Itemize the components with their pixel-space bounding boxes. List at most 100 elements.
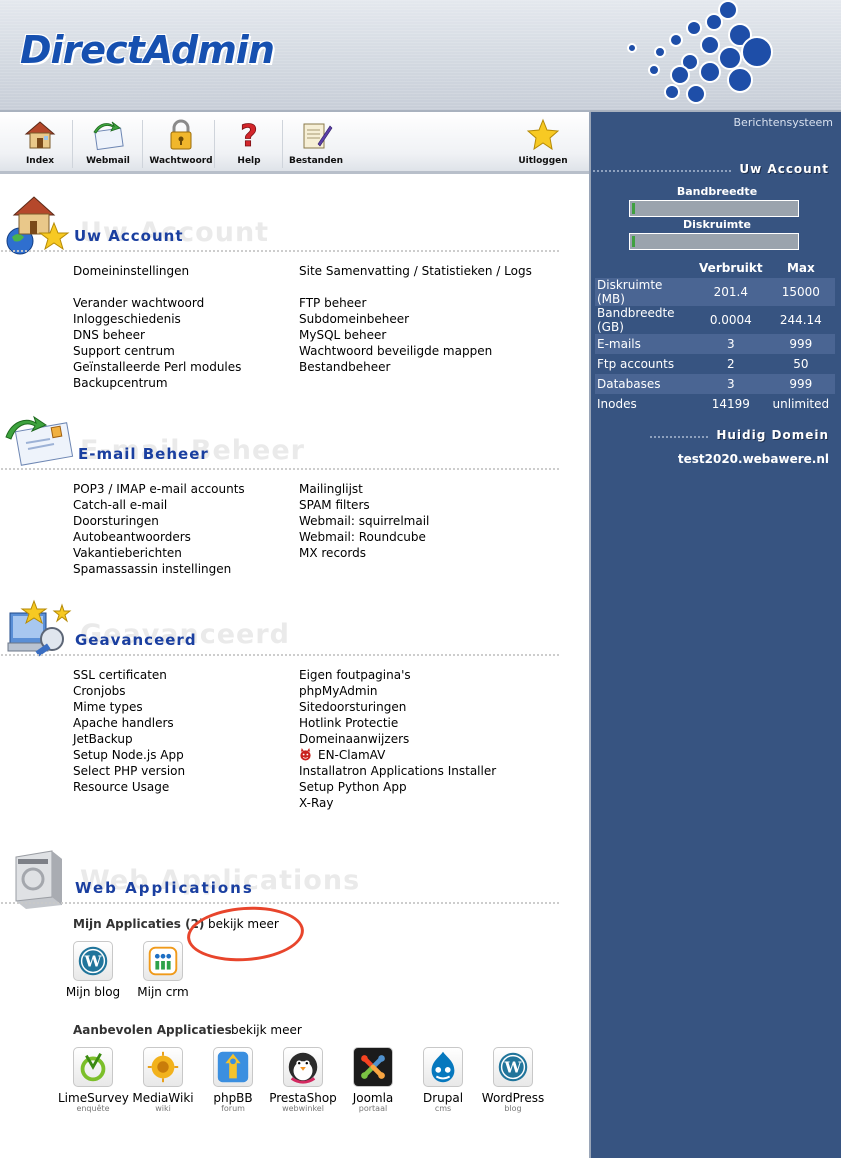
app-name: Mijn crm bbox=[137, 985, 189, 999]
stats-max: unlimited bbox=[772, 397, 830, 411]
my-app-blog[interactable]: W Mijn blog bbox=[58, 941, 128, 999]
link-mx-records[interactable]: MX records bbox=[299, 545, 429, 561]
padlock-icon bbox=[170, 119, 192, 150]
link-cronjobs[interactable]: Cronjobs bbox=[73, 683, 185, 699]
email-links-right: Mailinglijst SPAM filters Webmail: squir… bbox=[299, 481, 429, 561]
recommended-app-phpbb[interactable]: phpBB forum bbox=[198, 1047, 268, 1113]
recommended-apps-label: Aanbevolen Applicaties bbox=[73, 1023, 232, 1037]
recommended-app-prestashop[interactable]: PrestaShop webwinkel bbox=[268, 1047, 338, 1113]
link-site-redirects[interactable]: Sitedoorsturingen bbox=[299, 699, 496, 715]
link-perl-modules[interactable]: Geïnstalleerde Perl modules bbox=[73, 359, 241, 375]
link-change-password[interactable]: Verander wachtwoord bbox=[73, 295, 241, 311]
stats-used: 2 bbox=[727, 357, 735, 371]
link-autoresponders[interactable]: Autobeantwoorders bbox=[73, 529, 245, 545]
link-spam-filters[interactable]: SPAM filters bbox=[299, 497, 429, 513]
toolbar-logout-button[interactable]: Uitloggen bbox=[514, 116, 572, 170]
link-mysql-management[interactable]: MySQL beheer bbox=[299, 327, 532, 343]
link-domain-pointers[interactable]: Domeinaanwijzers bbox=[299, 731, 496, 747]
section-title: E-mail Beheer bbox=[78, 445, 209, 463]
link-setup-python-app[interactable]: Setup Python App bbox=[299, 779, 496, 795]
toolbar-help-button[interactable]: ? Help bbox=[224, 116, 274, 170]
stats-row: Databases 3 999 bbox=[595, 374, 835, 394]
sidebar-account-heading: Uw Account bbox=[593, 162, 829, 176]
link-vacation-messages[interactable]: Vakantieberichten bbox=[73, 545, 245, 561]
link-installatron[interactable]: Installatron Applications Installer bbox=[299, 763, 496, 779]
link-x-ray[interactable]: X-Ray bbox=[299, 795, 496, 811]
link-hotlink-protection[interactable]: Hotlink Protectie bbox=[299, 715, 496, 731]
link-forwarders[interactable]: Doorsturingen bbox=[73, 513, 245, 529]
link-custom-error-pages[interactable]: Eigen foutpagina's bbox=[299, 667, 496, 683]
toolbar-files-button[interactable]: Bestanden bbox=[288, 116, 344, 170]
link-spamassassin-settings[interactable]: Spamassassin instellingen bbox=[73, 561, 245, 577]
joomla-icon bbox=[353, 1047, 393, 1087]
sidebar: Berichtensysteem Uw Account Bandbreedte … bbox=[589, 112, 841, 1158]
toolbar-password-button[interactable]: Wachtwoord bbox=[148, 116, 214, 170]
link-apache-handlers[interactable]: Apache handlers bbox=[73, 715, 185, 731]
link-pop3-imap-accounts[interactable]: POP3 / IMAP e-mail accounts bbox=[73, 481, 245, 497]
link-en-clamav[interactable]: EN-ClamAV bbox=[299, 747, 496, 763]
link-webmail-roundcube[interactable]: Webmail: Roundcube bbox=[299, 529, 429, 545]
link-login-history[interactable]: Inloggeschiedenis bbox=[73, 311, 241, 327]
link-backup-center[interactable]: Backupcentrum bbox=[73, 375, 241, 391]
stats-row: Bandbreedte (GB) 0.0004 244.14 bbox=[595, 306, 835, 334]
recommended-apps-view-more-link[interactable]: bekijk meer bbox=[231, 1023, 302, 1037]
disk-meter-fill bbox=[632, 236, 635, 247]
drupal-icon bbox=[423, 1047, 463, 1087]
logo-bubbles-icon bbox=[627, 0, 773, 104]
mail-arrow-icon bbox=[93, 121, 124, 151]
link-domain-settings[interactable]: Domeininstellingen bbox=[73, 263, 241, 279]
bandwidth-meter bbox=[629, 200, 799, 217]
recommended-app-mediawiki[interactable]: MediaWiki wiki bbox=[128, 1047, 198, 1113]
toolbar-label: Help bbox=[237, 156, 261, 166]
stats-header-used: Verbruikt bbox=[699, 261, 763, 275]
link-jetbackup[interactable]: JetBackup bbox=[73, 731, 185, 747]
current-domain[interactable]: test2020.webawere.nl bbox=[678, 452, 829, 466]
link-site-summary[interactable]: Site Samenvatting / Statistieken / Logs bbox=[299, 263, 532, 279]
link-mime-types[interactable]: Mime types bbox=[73, 699, 185, 715]
link-catch-all-email[interactable]: Catch-all e-mail bbox=[73, 497, 245, 513]
toolbar-webmail-button[interactable]: Webmail bbox=[80, 116, 136, 170]
stats-max: 50 bbox=[793, 357, 809, 371]
toolbar-index-button[interactable]: Index bbox=[14, 116, 66, 170]
recommended-app-wordpress[interactable]: W WordPress blog bbox=[478, 1047, 548, 1113]
stats-header-max: Max bbox=[786, 261, 815, 275]
phpbb-icon bbox=[213, 1047, 253, 1087]
toolbar-divider bbox=[142, 120, 143, 168]
stats-used: 0.0004 bbox=[709, 313, 752, 327]
link-ssl-certificates[interactable]: SSL certificaten bbox=[73, 667, 185, 683]
link-phpmyadmin[interactable]: phpMyAdmin bbox=[299, 683, 496, 699]
section-web-applications: Web Applications Web Applications Mijn A… bbox=[0, 837, 589, 1157]
section-email: E-mail Beheer E-mail Beheer POP3 / IMAP … bbox=[0, 413, 589, 593]
stats-label: Databases bbox=[595, 374, 695, 394]
link-resource-usage[interactable]: Resource Usage bbox=[73, 779, 185, 795]
link-file-manager[interactable]: Bestandbeheer bbox=[299, 359, 532, 375]
recommended-app-drupal[interactable]: Drupal cms bbox=[408, 1047, 478, 1113]
stats-used: 3 bbox=[695, 334, 767, 354]
spacer bbox=[73, 279, 241, 295]
directadmin-logo[interactable]: DirectAdmin bbox=[20, 28, 275, 72]
recommended-app-limesurvey[interactable]: LimeSurvey enquête bbox=[58, 1047, 129, 1113]
my-app-crm[interactable]: Mijn crm bbox=[128, 941, 198, 999]
toolbar-label: Uitloggen bbox=[518, 156, 568, 166]
message-system-link[interactable]: Berichtensysteem bbox=[734, 116, 834, 129]
link-mailing-list[interactable]: Mailinglijst bbox=[299, 481, 429, 497]
link-webmail-squirrelmail[interactable]: Webmail: squirrelmail bbox=[299, 513, 429, 529]
bandwidth-meter-fill bbox=[632, 203, 635, 214]
link-setup-nodejs-app[interactable]: Setup Node.js App bbox=[73, 747, 185, 763]
link-support-center[interactable]: Support centrum bbox=[73, 343, 241, 359]
app-category: blog bbox=[504, 1104, 522, 1113]
stats-row: E-mails 3 999 bbox=[595, 334, 835, 354]
link-dns-management[interactable]: DNS beheer bbox=[73, 327, 241, 343]
section-divider bbox=[0, 653, 560, 657]
link-subdomain-management[interactable]: Subdomeinbeheer bbox=[299, 311, 532, 327]
email-links-left: POP3 / IMAP e-mail accounts Catch-all e-… bbox=[73, 481, 245, 577]
recommended-app-joomla[interactable]: Joomla portaal bbox=[338, 1047, 408, 1113]
bandwidth-label: Bandbreedte bbox=[676, 185, 758, 198]
link-select-php-version[interactable]: Select PHP version bbox=[73, 763, 185, 779]
link-en-clamav-label: EN-ClamAV bbox=[318, 748, 386, 762]
link-password-protected-dirs[interactable]: Wachtwoord beveiligde mappen bbox=[299, 343, 532, 359]
section-advanced: Geavanceerd Geavanceerd SSL certificaten… bbox=[0, 597, 589, 817]
link-ftp-management[interactable]: FTP beheer bbox=[299, 295, 532, 311]
toolbar-divider bbox=[282, 120, 283, 168]
usage-stats-table: Verbruikt Max Diskruimte (MB) 201.4 1500… bbox=[595, 258, 835, 414]
